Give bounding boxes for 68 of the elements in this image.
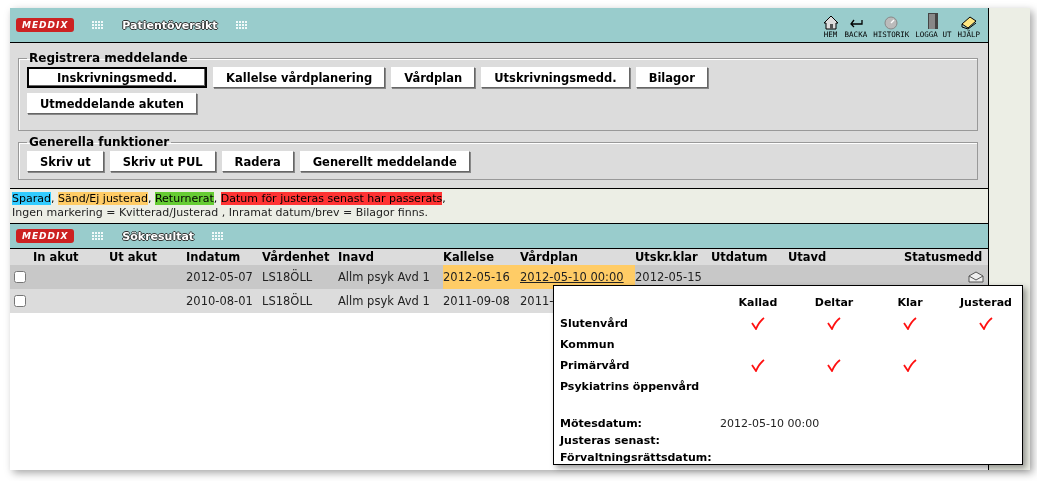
envelope-icon[interactable]	[968, 271, 984, 283]
column-header: Utavd	[788, 249, 828, 265]
detail-label: Justeras senast:	[560, 434, 660, 447]
table-cell: 2010-08-01	[186, 294, 253, 308]
table-cell: 2012-05-15	[635, 270, 702, 284]
column-header: Vårdplan	[520, 249, 580, 265]
action-button[interactable]: Skriv ut PUL	[109, 151, 216, 172]
result-row[interactable]: 2012-05-07 LS18ÖLL Allm psyk Avd 1 2012-05-16 2012-05-10 00:00 2012-05-15	[10, 265, 988, 289]
action-button[interactable]: Radera	[221, 151, 294, 172]
table-cell: Allm psyk Avd 1	[338, 270, 430, 284]
group-title: Registrera meddelande	[28, 51, 189, 65]
action-button[interactable]: Vårdplan	[391, 67, 476, 88]
legend-label: Sänd/Ej justerad	[57, 192, 148, 205]
table-cell: LS18ÖLL	[262, 270, 313, 284]
action-button[interactable]: Bilagor	[635, 67, 708, 88]
popup-column-header: Deltar	[813, 296, 855, 309]
column-header: Kallelse	[443, 249, 495, 265]
legend-label: Sparad	[12, 192, 51, 205]
popup-column-header: Klar	[896, 296, 924, 309]
meddix-logo: MEDDIX	[16, 229, 75, 243]
popup-row-label: Primärvård	[560, 359, 630, 372]
page-title: Patientöversikt	[122, 18, 218, 32]
table-cell: 2011-	[520, 294, 554, 308]
legend-note: Ingen markering = Kvitterad/Justerad , Inramat datum/brev = Bilagor finns.	[12, 206, 429, 220]
row-checkbox[interactable]	[14, 271, 26, 283]
detail-value: 2012-05-10 00:00	[720, 417, 821, 430]
grip-icon	[212, 231, 225, 241]
table-cell: 2012-05-16	[443, 270, 510, 284]
column-header: Ut akut	[109, 249, 158, 265]
detail-label: Mötesdatum:	[560, 417, 643, 430]
legend-separator: ,	[147, 192, 152, 205]
table-cell: 2012-05-07	[186, 270, 253, 284]
action-button[interactable]: Generellt meddelande	[299, 151, 470, 172]
clock-icon	[883, 14, 900, 30]
group-title: Generella funktioner	[28, 135, 171, 149]
column-header: Indatum	[186, 249, 242, 265]
column-header: Inavd	[338, 249, 375, 265]
door-icon	[927, 11, 940, 30]
action-button[interactable]: Utmeddelande akuten	[27, 93, 197, 114]
column-header: In akut	[33, 249, 80, 265]
grip-icon	[235, 20, 248, 30]
column-header: Utskr.klar	[635, 249, 699, 265]
grip-icon	[92, 20, 105, 30]
popup-row-label: Slutenvård	[560, 317, 628, 330]
legend-separator: ,	[50, 192, 55, 205]
legend-separator: ,	[213, 192, 218, 205]
column-header: Statusmedd	[904, 249, 984, 265]
book-icon	[959, 14, 978, 30]
grip-icon	[92, 231, 105, 241]
house-icon	[822, 14, 839, 30]
table-cell: 2011-09-08	[443, 294, 510, 308]
meddix-logo: MEDDIX	[16, 18, 75, 32]
legend-label: Returnerat	[154, 192, 214, 205]
legend-separator: ,	[442, 192, 446, 205]
section-title: Sökresultat	[122, 229, 195, 243]
action-button[interactable]: Utskrivningsmedd.	[481, 67, 630, 88]
column-header: Vårdenhet	[262, 249, 331, 265]
popup-row-label: Psykiatrins öppenvård	[560, 380, 700, 393]
detail-label: Förvaltningsrättsdatum:	[560, 451, 712, 464]
column-header: Utdatum	[711, 249, 769, 265]
action-button[interactable]: Kallelse vårdplanering	[213, 67, 386, 88]
popup-row-label: Kommun	[560, 338, 615, 351]
action-button[interactable]: Skriv ut	[27, 151, 104, 172]
popup-column-header: Kallad	[737, 296, 779, 309]
action-button[interactable]: Inskrivningsmedd.	[27, 67, 208, 88]
table-cell: LS18ÖLL	[262, 294, 313, 308]
table-cell: Allm psyk Avd 1	[338, 294, 430, 308]
row-checkbox[interactable]	[14, 295, 26, 307]
